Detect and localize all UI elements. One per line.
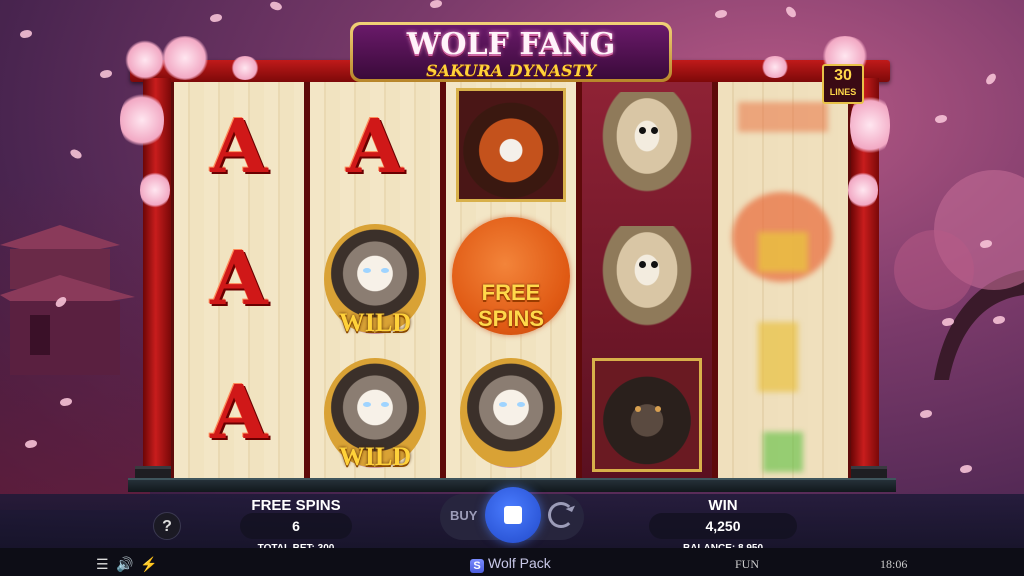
petal bbox=[983, 72, 999, 86]
petal bbox=[935, 115, 947, 123]
free-spins-counter: 6 bbox=[240, 513, 352, 539]
symbol-a: A bbox=[346, 104, 404, 190]
stop-icon bbox=[504, 506, 522, 524]
provider-brand: S Wolf Pack bbox=[470, 555, 551, 573]
autoplay-icon[interactable] bbox=[548, 502, 574, 528]
sugar-glider-icon bbox=[594, 92, 700, 202]
petal bbox=[210, 14, 222, 22]
blossom bbox=[140, 170, 170, 210]
symbol-wild-wolf: WILD bbox=[316, 352, 434, 474]
blossom bbox=[848, 170, 878, 210]
game-subtitle: SAKURA DYNASTY bbox=[426, 61, 596, 80]
reel-5-spinning bbox=[715, 82, 851, 478]
mode-indicator: FUN bbox=[735, 557, 760, 571]
petal bbox=[715, 10, 727, 18]
game-logo: WOLF FANG SAKURA DYNASTY bbox=[350, 22, 672, 82]
symbol-sugar-glider bbox=[588, 220, 706, 342]
pagoda-illustration bbox=[0, 225, 135, 375]
petal bbox=[20, 30, 32, 38]
wolf-icon bbox=[460, 358, 562, 468]
red-panda-icon bbox=[456, 88, 566, 202]
symbol-sugar-glider bbox=[588, 86, 706, 208]
blossom bbox=[120, 90, 164, 150]
lines-badge: 30 LINES bbox=[822, 64, 864, 104]
petal bbox=[784, 4, 798, 20]
blossom bbox=[760, 56, 790, 78]
petal bbox=[430, 0, 442, 8]
blossom bbox=[125, 40, 165, 80]
symbol-free-spins-scatter: FREE SPINS bbox=[452, 212, 570, 340]
sugar-glider-icon bbox=[594, 226, 700, 336]
symbol-wild-wolf bbox=[452, 352, 570, 474]
free-spins-label: FREE SPINS bbox=[251, 497, 341, 514]
win-label: WIN bbox=[708, 497, 738, 514]
symbol-bear bbox=[588, 354, 706, 476]
wild-label: WILD bbox=[338, 308, 412, 337]
blossom bbox=[230, 56, 260, 80]
petal bbox=[100, 70, 112, 78]
help-button[interactable]: ? bbox=[153, 512, 181, 540]
symbol-a: A bbox=[210, 104, 268, 190]
bear-icon bbox=[592, 358, 702, 472]
reel-1: A A A bbox=[171, 82, 307, 478]
turbo-icon[interactable]: ⚡ bbox=[140, 556, 157, 573]
symbol-a: A bbox=[210, 236, 268, 322]
petal bbox=[268, 0, 284, 13]
game-title: WOLF FANG bbox=[406, 27, 616, 62]
wild-label: WILD bbox=[338, 442, 412, 471]
clock: 18:06 bbox=[880, 557, 908, 571]
reel-grid: A A A A WILD WILD FREE SPINS bbox=[171, 82, 851, 478]
stop-spin-button[interactable] bbox=[485, 487, 541, 543]
symbol-red-panda bbox=[452, 84, 570, 206]
spinning-symbols bbox=[718, 82, 848, 478]
buy-button[interactable]: BUY bbox=[450, 508, 477, 523]
free-spins-label: FREE SPINS bbox=[477, 280, 545, 331]
reel-3: FREE SPINS bbox=[443, 82, 579, 478]
menu-icon[interactable]: ☰ bbox=[96, 556, 109, 573]
blossom bbox=[160, 36, 210, 80]
win-amount: 4,250 bbox=[649, 513, 797, 539]
sound-icon[interactable]: 🔊 bbox=[116, 556, 133, 573]
petal bbox=[68, 147, 84, 161]
reel-2: A WILD WILD bbox=[307, 82, 443, 478]
symbol-a: A bbox=[210, 370, 268, 456]
symbol-wild-wolf: WILD bbox=[316, 218, 434, 340]
reel-4 bbox=[579, 82, 715, 478]
brand-logo-icon: S bbox=[470, 559, 484, 573]
